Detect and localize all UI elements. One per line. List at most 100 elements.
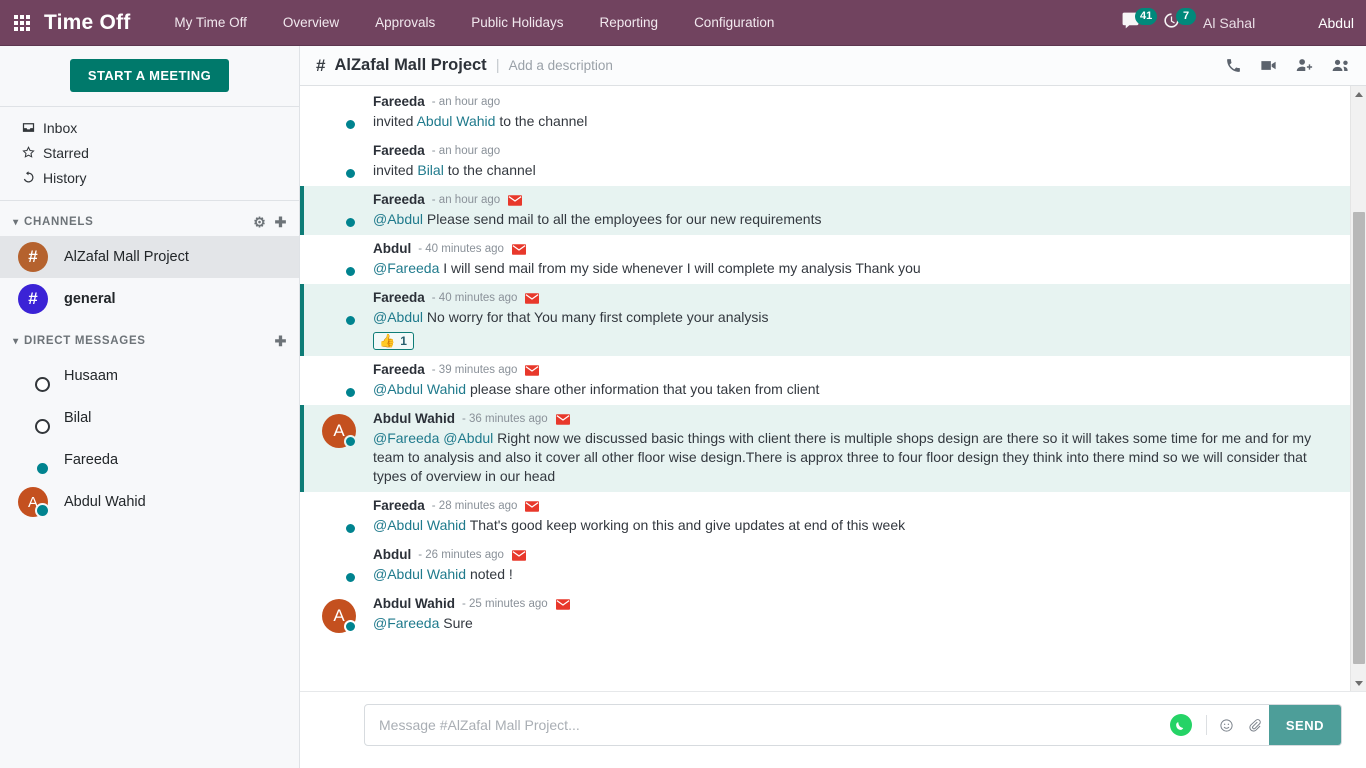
- message-text: @Fareeda I will send mail from my side w…: [373, 259, 1330, 278]
- message-author: Fareeda: [373, 94, 425, 109]
- mention-link[interactable]: @Abdul Wahid: [373, 566, 466, 582]
- emoji-smiley-icon[interactable]: [1213, 705, 1241, 745]
- chevron-down-icon: ▾: [13, 335, 19, 347]
- message-item: Abdul - 26 minutes ago @Abdul Wahid note…: [300, 541, 1350, 590]
- direct-messages-section-header[interactable]: ▾ DIRECT MESSAGES ✚: [0, 320, 299, 355]
- mention-link[interactable]: @Fareeda: [373, 615, 439, 631]
- message-item: Fareeda - 40 minutes ago @Abdul No worry…: [300, 284, 1350, 356]
- start-a-meeting-button[interactable]: START A MEETING: [69, 59, 230, 92]
- sidebar-item-history[interactable]: History: [0, 165, 299, 190]
- scroll-down-arrow-icon[interactable]: [1351, 675, 1366, 691]
- presence-indicator: [344, 386, 357, 399]
- message-scrollbar[interactable]: [1350, 86, 1366, 691]
- video-camera-icon[interactable]: [1259, 56, 1278, 75]
- menu-item-my-time-off[interactable]: My Time Off: [156, 0, 265, 46]
- avatar: [18, 361, 50, 392]
- channels-section-header[interactable]: ▾ CHANNELS ⚙ ✚: [0, 201, 299, 236]
- messages-menu[interactable]: 41: [1121, 0, 1158, 46]
- message-segment: No worry for that You many first complet…: [423, 309, 769, 325]
- menu-item-public-holidays[interactable]: Public Holidays: [453, 0, 581, 46]
- mention-link[interactable]: @Abdul: [373, 211, 423, 227]
- message-segment: noted !: [466, 566, 513, 582]
- gear-icon[interactable]: ⚙: [253, 215, 266, 229]
- menu-item-reporting[interactable]: Reporting: [582, 0, 677, 46]
- scrollbar-thumb[interactable]: [1353, 212, 1365, 664]
- message-segment: I will send mail from my side whenever I…: [439, 260, 921, 276]
- channel-label: general: [64, 291, 116, 307]
- activities-menu[interactable]: 7: [1162, 0, 1197, 46]
- message-segment: to the channel: [495, 113, 588, 129]
- navbar-right-cluster: 41 7 Al Sahal Abdul: [1121, 0, 1366, 46]
- message-timestamp: - 26 minutes ago: [418, 549, 504, 561]
- message-item: Fareeda - 28 minutes ago @Abdul Wahid Th…: [300, 492, 1350, 541]
- dm-label: Abdul Wahid: [64, 494, 146, 510]
- message-segment: please share other information that you …: [466, 381, 820, 397]
- menu-item-overview[interactable]: Overview: [265, 0, 357, 46]
- message-text: @Abdul Please send mail to all the emplo…: [373, 210, 1330, 229]
- avatar: [322, 550, 357, 584]
- paperclip-icon[interactable]: [1241, 705, 1269, 745]
- email-envelope-icon: [508, 194, 523, 206]
- members-group-icon[interactable]: [1331, 56, 1352, 75]
- company-switcher[interactable]: Al Sahal: [1203, 15, 1255, 31]
- email-envelope-icon: [525, 292, 540, 304]
- channel-hash-icon: #: [316, 55, 326, 75]
- mention-link[interactable]: Bilal: [417, 162, 443, 178]
- message-timestamp: - 40 minutes ago: [431, 292, 518, 304]
- sidebar-dm-husaam[interactable]: Husaam: [0, 355, 299, 397]
- avatar: A: [322, 414, 357, 448]
- plus-icon[interactable]: ✚: [275, 215, 287, 229]
- channels-section: ▾ CHANNELS ⚙ ✚ # AlZafal Mall Project # …: [0, 201, 299, 320]
- mention-link[interactable]: @Fareeda @Abdul: [373, 430, 493, 446]
- email-envelope-icon: [511, 549, 526, 561]
- message-item: Fareeda - an hour ago @Abdul Please send…: [300, 186, 1350, 235]
- channel-description-input[interactable]: Add a description: [509, 58, 613, 73]
- mention-link[interactable]: @Abdul Wahid: [373, 381, 466, 397]
- mention-link[interactable]: @Abdul: [373, 309, 423, 325]
- sidebar-item-inbox[interactable]: Inbox: [0, 115, 299, 140]
- page-body: START A MEETING Inbox Starred History ▾ …: [0, 46, 1366, 768]
- presence-indicator: [35, 461, 50, 476]
- mention-link[interactable]: Abdul Wahid: [417, 113, 496, 129]
- apps-grid-icon[interactable]: [0, 0, 44, 46]
- message-input[interactable]: [365, 705, 1162, 745]
- phone-call-icon[interactable]: [1225, 57, 1242, 74]
- add-member-icon[interactable]: [1295, 56, 1314, 75]
- email-envelope-icon: [525, 500, 540, 512]
- sidebar-dm-abdul-wahid[interactable]: A Abdul Wahid: [0, 481, 299, 523]
- message-segment: Right now we discussed basic things with…: [373, 430, 1312, 484]
- composer-divider: [1205, 715, 1207, 735]
- scroll-up-arrow-icon[interactable]: [1351, 86, 1366, 102]
- sidebar-dm-fareeda[interactable]: Fareeda: [0, 439, 299, 481]
- presence-indicator: [344, 435, 357, 448]
- mention-link[interactable]: @Fareeda: [373, 260, 439, 276]
- dm-label: Husaam: [64, 368, 118, 384]
- sidebar-item-starred[interactable]: Starred: [0, 140, 299, 165]
- mention-link[interactable]: @Abdul Wahid: [373, 517, 466, 533]
- whatsapp-icon[interactable]: [1169, 714, 1192, 736]
- message-item: Fareeda - 39 minutes ago @Abdul Wahid pl…: [300, 356, 1350, 405]
- message-segment: That's good keep working on this and giv…: [466, 517, 906, 533]
- channel-hash-icon: #: [18, 242, 48, 272]
- avatar: [1281, 9, 1309, 37]
- email-envelope-icon: [555, 413, 570, 425]
- send-button[interactable]: SEND: [1268, 705, 1341, 745]
- user-menu[interactable]: Abdul: [1281, 9, 1354, 37]
- messages-count-badge: 41: [1135, 8, 1158, 25]
- menu-item-approvals[interactable]: Approvals: [357, 0, 453, 46]
- chat-main: # AlZafal Mall Project | Add a descripti…: [300, 46, 1366, 768]
- reaction-badge[interactable]: 👍 1: [373, 332, 414, 350]
- avatar: [322, 293, 357, 327]
- avatar: [322, 244, 357, 278]
- message-list: Fareeda - an hour ago invited Abdul Wahi…: [300, 86, 1350, 691]
- thumbs-up-icon: 👍: [379, 333, 396, 348]
- composer-box: SEND: [364, 704, 1342, 746]
- sidebar-dm-bilal[interactable]: Bilal: [0, 397, 299, 439]
- channel-title[interactable]: AlZafal Mall Project: [334, 56, 486, 75]
- app-brand-title: Time Off: [44, 10, 131, 34]
- sidebar-channel-alzafal-mall-project[interactable]: # AlZafal Mall Project: [0, 236, 299, 278]
- plus-icon[interactable]: ✚: [275, 334, 287, 348]
- top-navbar: Time Off My Time Off Overview Approvals …: [0, 0, 1366, 46]
- sidebar-channel-general[interactable]: # general: [0, 278, 299, 320]
- menu-item-configuration[interactable]: Configuration: [676, 0, 792, 46]
